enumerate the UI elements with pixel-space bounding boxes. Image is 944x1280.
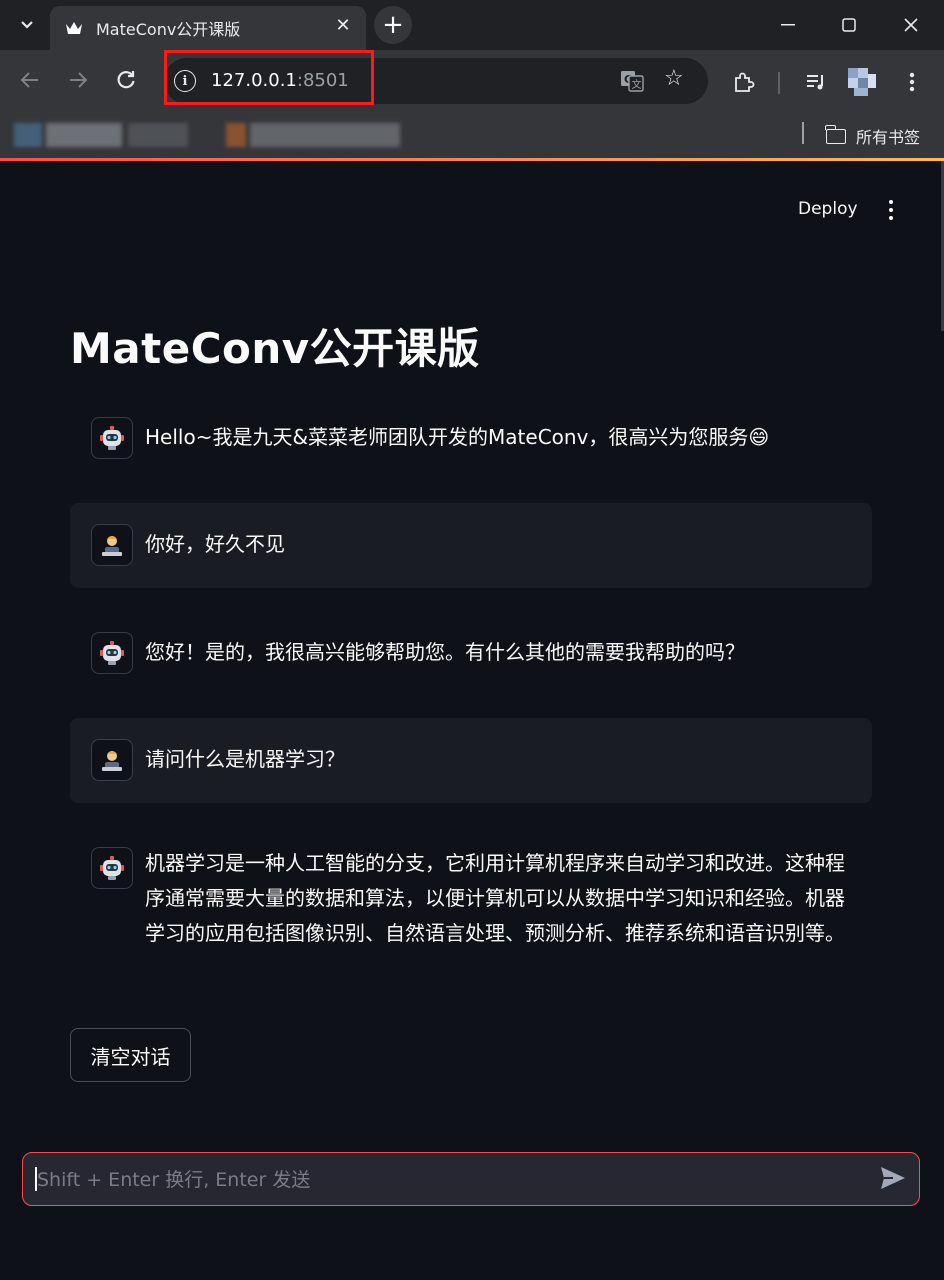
bookmark-item[interactable] bbox=[14, 123, 42, 147]
extensions-icon[interactable] bbox=[730, 68, 758, 96]
message-text: 机器学习是一种人工智能的分支，它利用计算机程序来自动学习和改进。这种程序通常需要… bbox=[145, 851, 845, 945]
message-text: 您好！是的，我很高兴能够帮助您。有什么其他的需要我帮助的吗？ bbox=[145, 640, 745, 664]
message-text: Hello~我是九天&菜菜老师团队开发的MateConv，很高兴为您服务😄 bbox=[145, 425, 770, 449]
back-icon[interactable] bbox=[14, 64, 46, 96]
window-close-icon[interactable] bbox=[893, 8, 929, 42]
bot-avatar-icon bbox=[91, 632, 133, 674]
plus-icon[interactable]: + bbox=[374, 6, 412, 44]
send-icon[interactable] bbox=[879, 1165, 909, 1193]
chat-input-container bbox=[22, 1152, 920, 1206]
browser-tab-bar: MateConv公开课版 ✕ + bbox=[0, 0, 944, 50]
bot-avatar-icon bbox=[91, 417, 133, 459]
minimize-icon[interactable] bbox=[770, 8, 806, 42]
translate-icon[interactable]: G 文 bbox=[620, 69, 644, 93]
all-bookmarks-label: 所有书签 bbox=[856, 128, 921, 147]
bookmarks-bar: 所有书签 bbox=[0, 114, 944, 158]
svg-text:文: 文 bbox=[632, 78, 642, 91]
chat-message-assistant: 您好！是的，我很高兴能够帮助您。有什么其他的需要我帮助的吗？ bbox=[70, 618, 872, 690]
bookmark-item[interactable] bbox=[250, 123, 400, 147]
user-avatar-icon bbox=[91, 524, 133, 566]
clear-chat-button[interactable]: 清空对话 bbox=[70, 1028, 191, 1082]
maximize-icon[interactable] bbox=[831, 8, 867, 42]
url-highlight-annotation bbox=[164, 50, 374, 105]
browser-toolbar: i 127.0.0.1:8501 G 文 ☆ bbox=[0, 50, 944, 114]
tab-search-icon[interactable] bbox=[14, 12, 40, 38]
bookmark-item[interactable] bbox=[46, 123, 122, 147]
reload-icon[interactable] bbox=[110, 64, 142, 96]
media-icon[interactable] bbox=[802, 68, 830, 96]
message-text: 请问什么是机器学习？ bbox=[145, 747, 345, 771]
star-icon[interactable]: ☆ bbox=[664, 66, 684, 91]
toolbar-separator bbox=[778, 72, 780, 94]
profile-avatar[interactable] bbox=[846, 66, 878, 98]
more-vert-icon[interactable] bbox=[898, 68, 926, 96]
page-title: MateConv公开课版 bbox=[70, 324, 480, 373]
chat-message-user: 你好，好久不见 bbox=[70, 503, 872, 588]
crown-favicon-icon bbox=[64, 18, 84, 38]
close-icon[interactable]: ✕ bbox=[332, 14, 354, 36]
chat-message-assistant: 机器学习是一种人工智能的分支，它利用计算机程序来自动学习和改进。这种程序通常需要… bbox=[70, 833, 872, 993]
chat-message-assistant: Hello~我是九天&菜菜老师团队开发的MateConv，很高兴为您服务😄 bbox=[70, 403, 872, 473]
text-caret bbox=[35, 1167, 37, 1191]
user-avatar-icon bbox=[91, 739, 133, 781]
main-menu-icon[interactable] bbox=[880, 197, 902, 223]
tab-title: MateConv公开课版 bbox=[96, 20, 241, 39]
bookmark-item[interactable] bbox=[128, 123, 188, 147]
app-main: Deploy MateConv公开课版 Hello~我是九天&菜菜老师团队开发的… bbox=[0, 161, 944, 1280]
bookmark-item[interactable] bbox=[226, 123, 246, 147]
chat-input[interactable] bbox=[35, 1161, 859, 1199]
message-text: 你好，好久不见 bbox=[145, 532, 285, 556]
chat-message-user: 请问什么是机器学习？ bbox=[70, 718, 872, 803]
deploy-button[interactable]: Deploy bbox=[798, 199, 858, 219]
forward-icon[interactable] bbox=[62, 64, 94, 96]
browser-tab[interactable]: MateConv公开课版 ✕ bbox=[50, 6, 366, 50]
all-bookmarks-button[interactable]: 所有书签 bbox=[825, 124, 921, 148]
folder-icon bbox=[825, 124, 846, 144]
bot-avatar-icon bbox=[91, 847, 133, 889]
bookmarks-separator bbox=[802, 122, 804, 144]
